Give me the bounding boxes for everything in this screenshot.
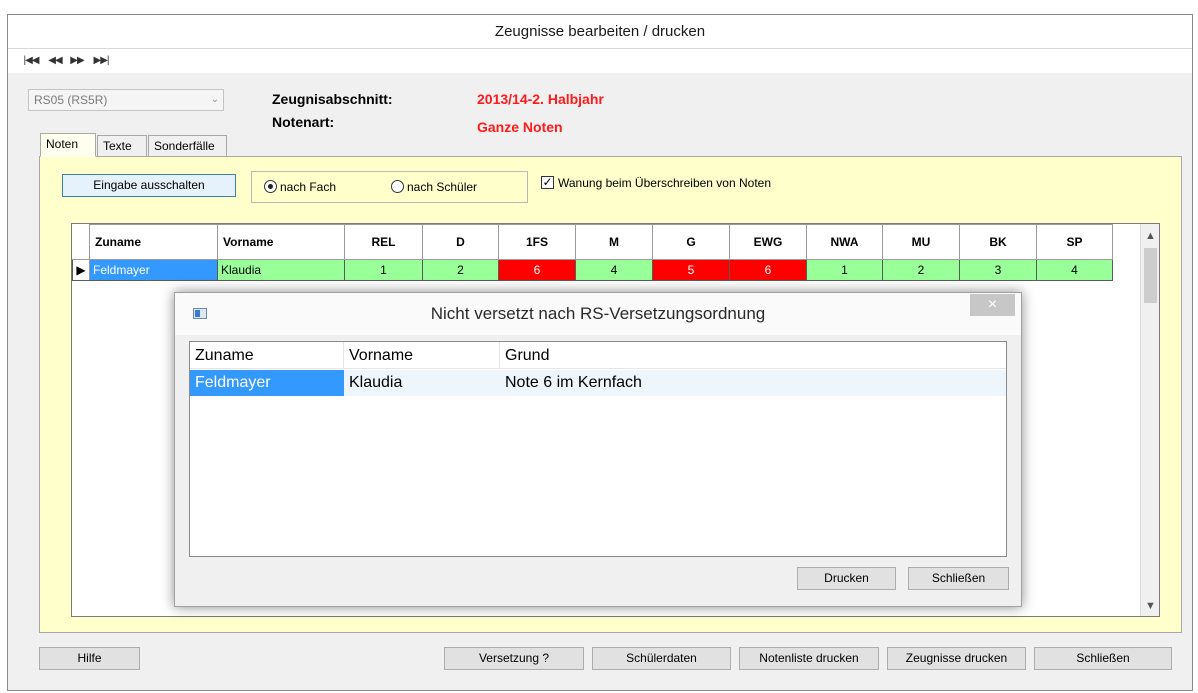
class-select[interactable]: RS05 (RS5R) ⌄	[28, 89, 224, 111]
print-reports-button[interactable]: Zeugnisse drucken	[887, 647, 1026, 670]
column-header[interactable]: Zuname	[89, 224, 218, 260]
grades-header-row: Zuname Vorname REL D 1FS M G EWG NWA MU …	[72, 224, 1113, 260]
table-row[interactable]: ▶ Feldmayer Klaudia 1 2 6 4 5 6 1 2 3 4	[72, 259, 1113, 281]
list-item[interactable]: Feldmayer Klaudia Note 6 im Kernfach	[190, 370, 1006, 396]
grade-cell[interactable]: 4	[1036, 259, 1113, 281]
tab-noten[interactable]: Noten	[40, 133, 96, 157]
grade-cell[interactable]: 4	[575, 259, 653, 281]
class-select-value: RS05 (RS5R)	[34, 93, 108, 107]
overwrite-warning-label: Wanung beim Überschreiben von Noten	[558, 176, 772, 190]
grade-type-value: Ganze Noten	[477, 119, 563, 135]
grade-cell[interactable]: 2	[422, 259, 499, 281]
radio-by-student-label: nach Schüler	[407, 180, 478, 194]
list-cell[interactable]: Note 6 im Kernfach	[500, 370, 1000, 396]
grade-cell[interactable]: 1	[344, 259, 423, 281]
input-toggle-button[interactable]: Eingabe ausschalten	[62, 174, 236, 197]
grade-cell[interactable]: 5	[652, 259, 730, 281]
first-record-icon[interactable]: |◀◀	[20, 53, 42, 69]
tab-sonderfaelle[interactable]: Sonderfälle	[148, 135, 227, 156]
tab-texte[interactable]: Texte	[97, 135, 147, 156]
column-header[interactable]: Grund	[500, 342, 1008, 369]
grade-cell[interactable]: 6	[498, 259, 576, 281]
close-icon[interactable]: ×	[970, 294, 1015, 316]
grades-vertical-scrollbar[interactable]: ▲ ▼	[1140, 224, 1159, 616]
dialog-titlebar: Nicht versetzt nach RS-Versetzungsordnun…	[175, 293, 1021, 335]
column-header[interactable]: Zuname	[190, 342, 344, 369]
grade-cell[interactable]: 2	[882, 259, 960, 281]
column-header[interactable]: EWG	[729, 224, 807, 260]
list-cell[interactable]: Feldmayer	[190, 370, 344, 396]
grade-cell[interactable]: Klaudia	[217, 259, 345, 281]
column-header[interactable]: M	[575, 224, 653, 260]
previous-record-icon[interactable]: ◀◀	[44, 53, 66, 69]
last-record-icon[interactable]: ▶▶|	[90, 53, 112, 69]
column-header[interactable]: MU	[882, 224, 960, 260]
dialog-title: Nicht versetzt nach RS-Versetzungsordnun…	[430, 304, 766, 323]
not-promoted-list: Zuname Vorname Grund Feldmayer Klaudia N…	[189, 341, 1007, 557]
column-header[interactable]: 1FS	[498, 224, 576, 260]
radio-by-student[interactable]	[391, 180, 404, 193]
scrollbar-thumb[interactable]	[1144, 248, 1157, 303]
student-data-button[interactable]: Schülerdaten	[592, 647, 731, 670]
section-label: Zeugnisabschnitt:	[272, 91, 393, 107]
column-header[interactable]: REL	[344, 224, 423, 260]
record-navigator: |◀◀ ◀◀ ▶▶ ▶▶|	[8, 49, 1192, 73]
grade-cell[interactable]: 3	[959, 259, 1037, 281]
row-header-corner	[72, 224, 90, 260]
grades-table: Zuname Vorname REL D 1FS M G EWG NWA MU …	[72, 224, 1113, 281]
next-record-icon[interactable]: ▶▶	[66, 53, 88, 69]
column-header[interactable]: G	[652, 224, 730, 260]
list-header: Zuname Vorname Grund	[190, 342, 1006, 369]
column-header[interactable]: Vorname	[344, 342, 500, 369]
grade-cell[interactable]: 6	[729, 259, 807, 281]
promotion-button[interactable]: Versetzung ?	[444, 647, 584, 670]
help-button[interactable]: Hilfe	[39, 647, 140, 670]
chevron-down-icon: ⌄	[210, 94, 219, 105]
column-header[interactable]: D	[422, 224, 499, 260]
list-cell[interactable]: Klaudia	[344, 370, 500, 396]
close-button[interactable]: Schließen	[1034, 647, 1172, 670]
radio-by-subject-label: nach Fach	[280, 180, 337, 194]
print-gradelist-button[interactable]: Notenliste drucken	[739, 647, 879, 670]
column-header[interactable]: SP	[1036, 224, 1113, 260]
column-header[interactable]: NWA	[806, 224, 883, 260]
grade-cell[interactable]: 1	[806, 259, 883, 281]
column-header[interactable]: BK	[959, 224, 1037, 260]
column-header[interactable]: Vorname	[217, 224, 345, 260]
section-value: 2013/14-2. Halbjahr	[477, 91, 604, 107]
radio-by-subject[interactable]	[264, 180, 277, 193]
grade-cell[interactable]: Feldmayer	[89, 259, 218, 281]
dialog-print-button[interactable]: Drucken	[797, 567, 896, 590]
scroll-down-icon[interactable]: ▼	[1141, 596, 1160, 616]
dialog-close-button[interactable]: Schließen	[908, 567, 1009, 590]
not-promoted-dialog: Nicht versetzt nach RS-Versetzungsordnun…	[174, 292, 1022, 607]
scroll-up-icon[interactable]: ▲	[1141, 226, 1160, 246]
grade-type-label: Notenart:	[272, 114, 335, 130]
overwrite-warning-checkbox[interactable]: ✓	[541, 176, 554, 189]
row-indicator-icon[interactable]: ▶	[72, 259, 90, 281]
window-title: Zeugnisse bearbeiten / drucken	[8, 15, 1192, 49]
